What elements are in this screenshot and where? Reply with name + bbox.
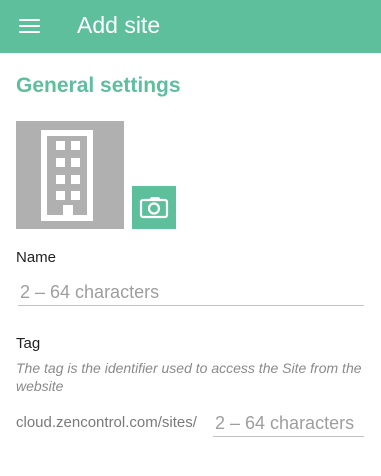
section-title-general-settings: General settings [16, 74, 181, 97]
page-title: Add site [77, 12, 161, 38]
tag-helper-text: The tag is the identifier used to access… [16, 360, 362, 394]
menu-icon [18, 18, 40, 34]
name-input[interactable] [20, 281, 360, 303]
tag-input-underline [213, 436, 364, 437]
menu-button[interactable] [12, 9, 46, 43]
tag-label: Tag [16, 335, 41, 352]
tag-input[interactable] [215, 412, 365, 434]
building-icon [41, 130, 93, 221]
site-image-placeholder[interactable] [16, 121, 124, 229]
name-label: Name [16, 249, 57, 266]
tag-url-prefix: cloud.zencontrol.com/sites/ [16, 414, 197, 431]
camera-button[interactable] [132, 186, 176, 229]
camera-icon [139, 197, 169, 219]
app-bar: Add site [0, 0, 381, 53]
name-input-underline [18, 305, 364, 306]
